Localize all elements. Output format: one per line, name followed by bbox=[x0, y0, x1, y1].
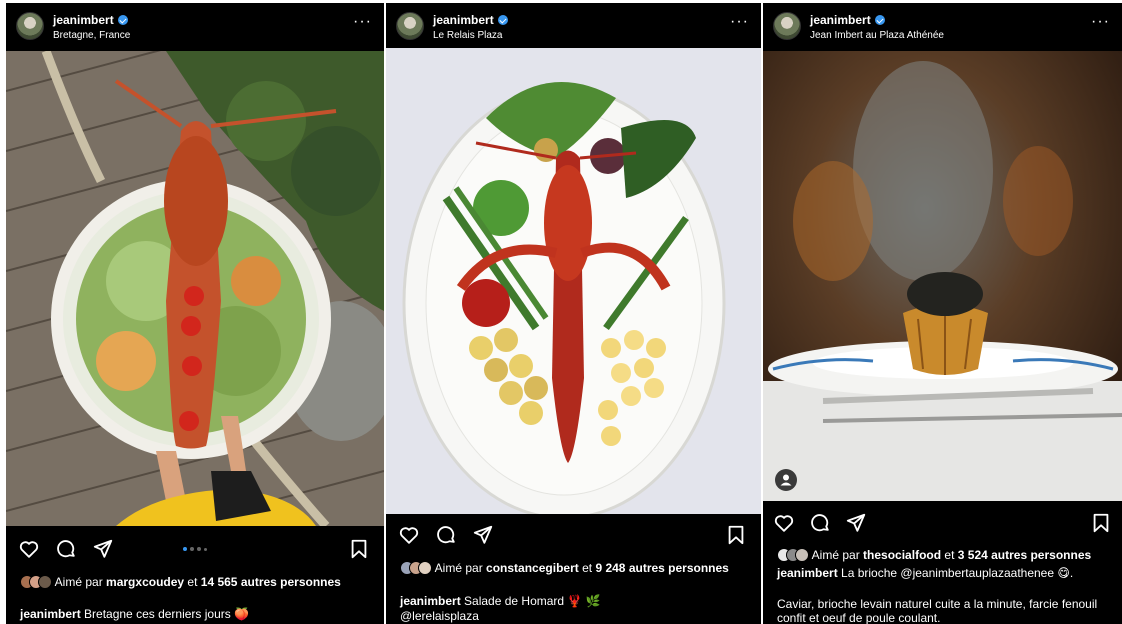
post-actions bbox=[6, 532, 384, 566]
post-card-relais-plaza: jeanimbert Le Relais Plaza ··· Aimé par … bbox=[386, 3, 761, 624]
share-icon[interactable] bbox=[845, 512, 867, 534]
heart-icon[interactable] bbox=[773, 512, 795, 534]
caption-text: Salade de Homard 🦞 🌿 bbox=[464, 594, 601, 608]
carousel-dot bbox=[190, 547, 194, 551]
heart-icon[interactable] bbox=[18, 538, 40, 560]
avatar[interactable] bbox=[396, 12, 424, 40]
carousel-dot bbox=[204, 547, 207, 551]
comment-icon[interactable] bbox=[435, 524, 457, 546]
lobster-plate-photo bbox=[386, 48, 761, 514]
liker-avatars bbox=[777, 548, 809, 565]
heart-icon[interactable] bbox=[398, 524, 420, 546]
liker-avatars bbox=[20, 575, 52, 592]
carousel-dot bbox=[197, 547, 201, 551]
carousel-indicator bbox=[183, 547, 207, 551]
username-link[interactable]: jeanimbert bbox=[810, 13, 885, 27]
share-icon[interactable] bbox=[472, 524, 494, 546]
likes-summary[interactable]: Aimé par margxcoudey et 14 565 autres pe… bbox=[20, 575, 360, 592]
comment-icon[interactable] bbox=[55, 538, 77, 560]
location-link[interactable]: Bretagne, France bbox=[53, 30, 130, 41]
post-caption: jeanimbert Salade de Homard 🦞 🌿 @lerelai… bbox=[400, 594, 740, 624]
caption-mention-link[interactable]: @lerelaisplaza bbox=[400, 609, 740, 624]
post-header: jeanimbert Bretagne, France ··· bbox=[6, 3, 384, 51]
post-photo[interactable] bbox=[6, 51, 384, 526]
caption-username[interactable]: jeanimbert bbox=[777, 566, 838, 580]
avatar[interactable] bbox=[773, 12, 801, 40]
post-header: jeanimbert Jean Imbert au Plaza Athénée … bbox=[763, 3, 1122, 51]
username-link[interactable]: jeanimbert bbox=[53, 13, 128, 27]
post-card-plaza-athenee: jeanimbert Jean Imbert au Plaza Athénée … bbox=[763, 3, 1122, 624]
more-options-icon[interactable]: ··· bbox=[1091, 13, 1110, 31]
liker-avatars bbox=[400, 561, 432, 578]
post-actions bbox=[386, 518, 761, 552]
carousel-dot bbox=[183, 547, 187, 551]
verified-badge-icon bbox=[117, 15, 128, 25]
post-card-bretagne: jeanimbert Bretagne, France ··· Aimé par… bbox=[6, 3, 384, 624]
share-icon[interactable] bbox=[92, 538, 114, 560]
caption-description: Caviar, brioche levain naturel cuite a l… bbox=[777, 597, 1098, 624]
verified-badge-icon bbox=[874, 15, 885, 25]
more-options-icon[interactable]: ··· bbox=[730, 13, 749, 31]
user-tag-icon[interactable] bbox=[775, 469, 797, 491]
verified-badge-icon bbox=[497, 15, 508, 25]
bookmark-icon[interactable] bbox=[1090, 512, 1112, 534]
likes-summary[interactable]: Aimé par thesocialfood et 3 524 autres p… bbox=[777, 548, 1122, 565]
bookmark-icon[interactable] bbox=[725, 524, 747, 546]
likes-count[interactable]: 3 524 autres personnes bbox=[958, 548, 1091, 562]
liker-username[interactable]: thesocialfood bbox=[863, 548, 941, 562]
post-actions bbox=[763, 506, 1122, 540]
post-caption: jeanimbert Bretagne ces derniers jours 🍑 bbox=[20, 607, 360, 622]
location-link[interactable]: Jean Imbert au Plaza Athénée bbox=[810, 30, 944, 41]
caption-username[interactable]: jeanimbert bbox=[20, 607, 81, 621]
avatar[interactable] bbox=[16, 12, 44, 40]
caption-text: La brioche @jeanimbertauplazaathenee 😋. bbox=[841, 566, 1074, 580]
post-photo[interactable] bbox=[386, 48, 761, 514]
bookmark-icon[interactable] bbox=[348, 538, 370, 560]
username-link[interactable]: jeanimbert bbox=[433, 13, 508, 27]
lobster-salad-photo bbox=[6, 51, 384, 526]
more-options-icon[interactable]: ··· bbox=[353, 13, 372, 31]
liker-username[interactable]: constancegibert bbox=[486, 561, 579, 575]
caption-username[interactable]: jeanimbert bbox=[400, 594, 461, 608]
comment-icon[interactable] bbox=[809, 512, 831, 534]
likes-summary[interactable]: Aimé par constancegibert et 9 248 autres… bbox=[400, 561, 740, 578]
post-header: jeanimbert Le Relais Plaza ··· bbox=[386, 3, 761, 51]
post-caption: jeanimbert La brioche @jeanimbertauplaza… bbox=[777, 566, 1117, 581]
likes-count[interactable]: 9 248 autres personnes bbox=[595, 561, 728, 575]
post-photo[interactable] bbox=[763, 51, 1122, 501]
caption-text: Bretagne ces derniers jours 🍑 bbox=[84, 607, 250, 621]
location-link[interactable]: Le Relais Plaza bbox=[433, 30, 502, 41]
brioche-caviar-photo bbox=[763, 51, 1122, 501]
liker-username[interactable]: margxcoudey bbox=[106, 575, 184, 589]
likes-count[interactable]: 14 565 autres personnes bbox=[201, 575, 341, 589]
